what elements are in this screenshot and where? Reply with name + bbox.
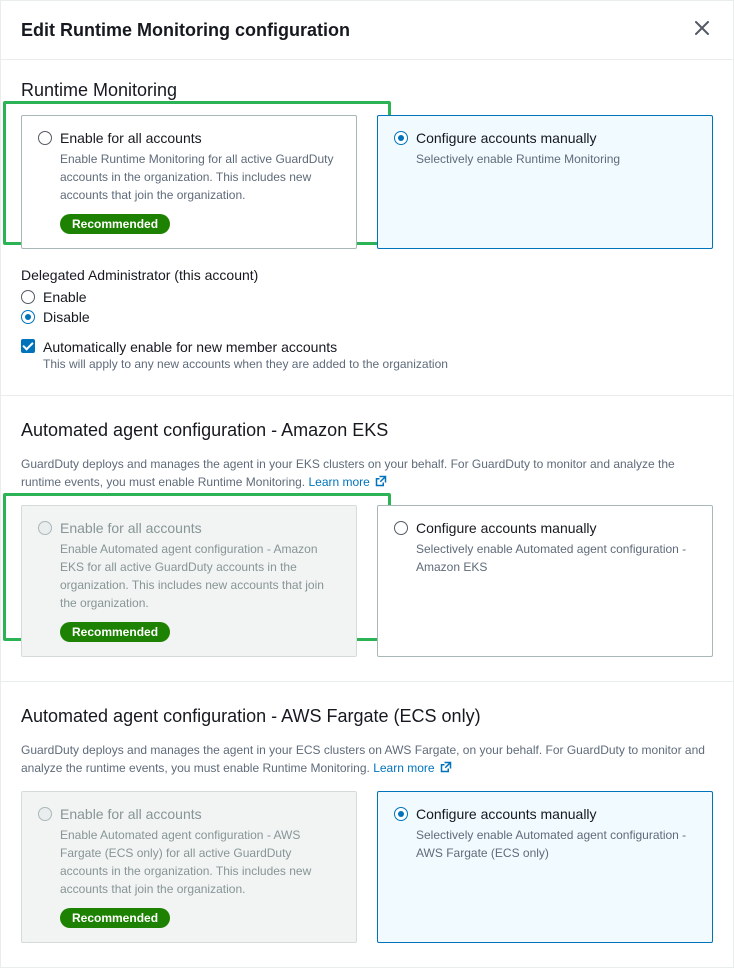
section-divider [1, 681, 733, 682]
eks-enable-all-desc: Enable Automated agent configuration - A… [60, 540, 340, 612]
edit-runtime-monitoring-modal: Edit Runtime Monitoring configuration Ru… [0, 0, 734, 968]
close-button[interactable] [691, 17, 713, 43]
fargate-enable-all-radio [38, 807, 52, 821]
fargate-manual-card[interactable]: Configure accounts manually Selectively … [377, 791, 713, 943]
fargate-manual-desc: Selectively enable Automated agent confi… [416, 826, 696, 862]
recommended-badge: Recommended [60, 908, 170, 928]
recommended-badge: Recommended [60, 622, 170, 642]
eks-title: Automated agent configuration - Amazon E… [21, 420, 713, 441]
runtime-monitoring-title: Runtime Monitoring [21, 80, 713, 101]
auto-enable-new-desc: This will apply to any new accounts when… [43, 357, 448, 371]
delegated-disable-radio[interactable] [21, 310, 35, 324]
fargate-manual-radio[interactable] [394, 807, 408, 821]
fargate-desc-text: GuardDuty deploys and manages the agent … [21, 743, 705, 775]
eks-enable-all-label: Enable for all accounts [60, 520, 202, 536]
eks-learn-more-text: Learn more [308, 475, 369, 489]
external-link-icon [375, 475, 387, 487]
rm-enable-all-desc: Enable Runtime Monitoring for all active… [60, 150, 340, 204]
eks-manual-label: Configure accounts manually [416, 520, 597, 536]
recommended-badge: Recommended [60, 214, 170, 234]
rm-manual-label: Configure accounts manually [416, 130, 597, 146]
delegated-enable-label: Enable [43, 289, 87, 305]
delegated-disable-label: Disable [43, 309, 90, 325]
fargate-learn-more-link[interactable]: Learn more [373, 761, 452, 775]
rm-manual-card[interactable]: Configure accounts manually Selectively … [377, 115, 713, 249]
delegated-enable-radio[interactable] [21, 290, 35, 304]
eks-enable-all-radio [38, 521, 52, 535]
eks-learn-more-link[interactable]: Learn more [308, 475, 387, 489]
fargate-enable-all-card: Enable for all accounts Enable Automated… [21, 791, 357, 943]
fargate-enable-all-label: Enable for all accounts [60, 806, 202, 822]
eks-manual-desc: Selectively enable Automated agent confi… [416, 540, 696, 576]
delegated-admin-label: Delegated Administrator (this account) [21, 267, 713, 283]
modal-header: Edit Runtime Monitoring configuration [1, 1, 733, 60]
rm-enable-all-card[interactable]: Enable for all accounts Enable Runtime M… [21, 115, 357, 249]
auto-enable-new-label: Automatically enable for new member acco… [43, 339, 337, 355]
section-divider [1, 395, 733, 396]
eks-manual-card[interactable]: Configure accounts manually Selectively … [377, 505, 713, 657]
close-icon [695, 21, 709, 35]
fargate-learn-more-text: Learn more [373, 761, 434, 775]
eks-manual-radio[interactable] [394, 521, 408, 535]
fargate-title: Automated agent configuration - AWS Farg… [21, 706, 713, 727]
fargate-desc: GuardDuty deploys and manages the agent … [21, 741, 713, 777]
rm-enable-all-label: Enable for all accounts [60, 130, 202, 146]
auto-enable-new-checkbox[interactable] [21, 339, 35, 353]
fargate-enable-all-desc: Enable Automated agent configuration - A… [60, 826, 340, 898]
eks-desc: GuardDuty deploys and manages the agent … [21, 455, 713, 491]
modal-title: Edit Runtime Monitoring configuration [21, 20, 350, 41]
fargate-manual-label: Configure accounts manually [416, 806, 597, 822]
external-link-icon [440, 761, 452, 773]
eks-enable-all-card: Enable for all accounts Enable Automated… [21, 505, 357, 657]
rm-manual-desc: Selectively enable Runtime Monitoring [416, 150, 696, 168]
rm-enable-all-radio[interactable] [38, 131, 52, 145]
rm-manual-radio[interactable] [394, 131, 408, 145]
